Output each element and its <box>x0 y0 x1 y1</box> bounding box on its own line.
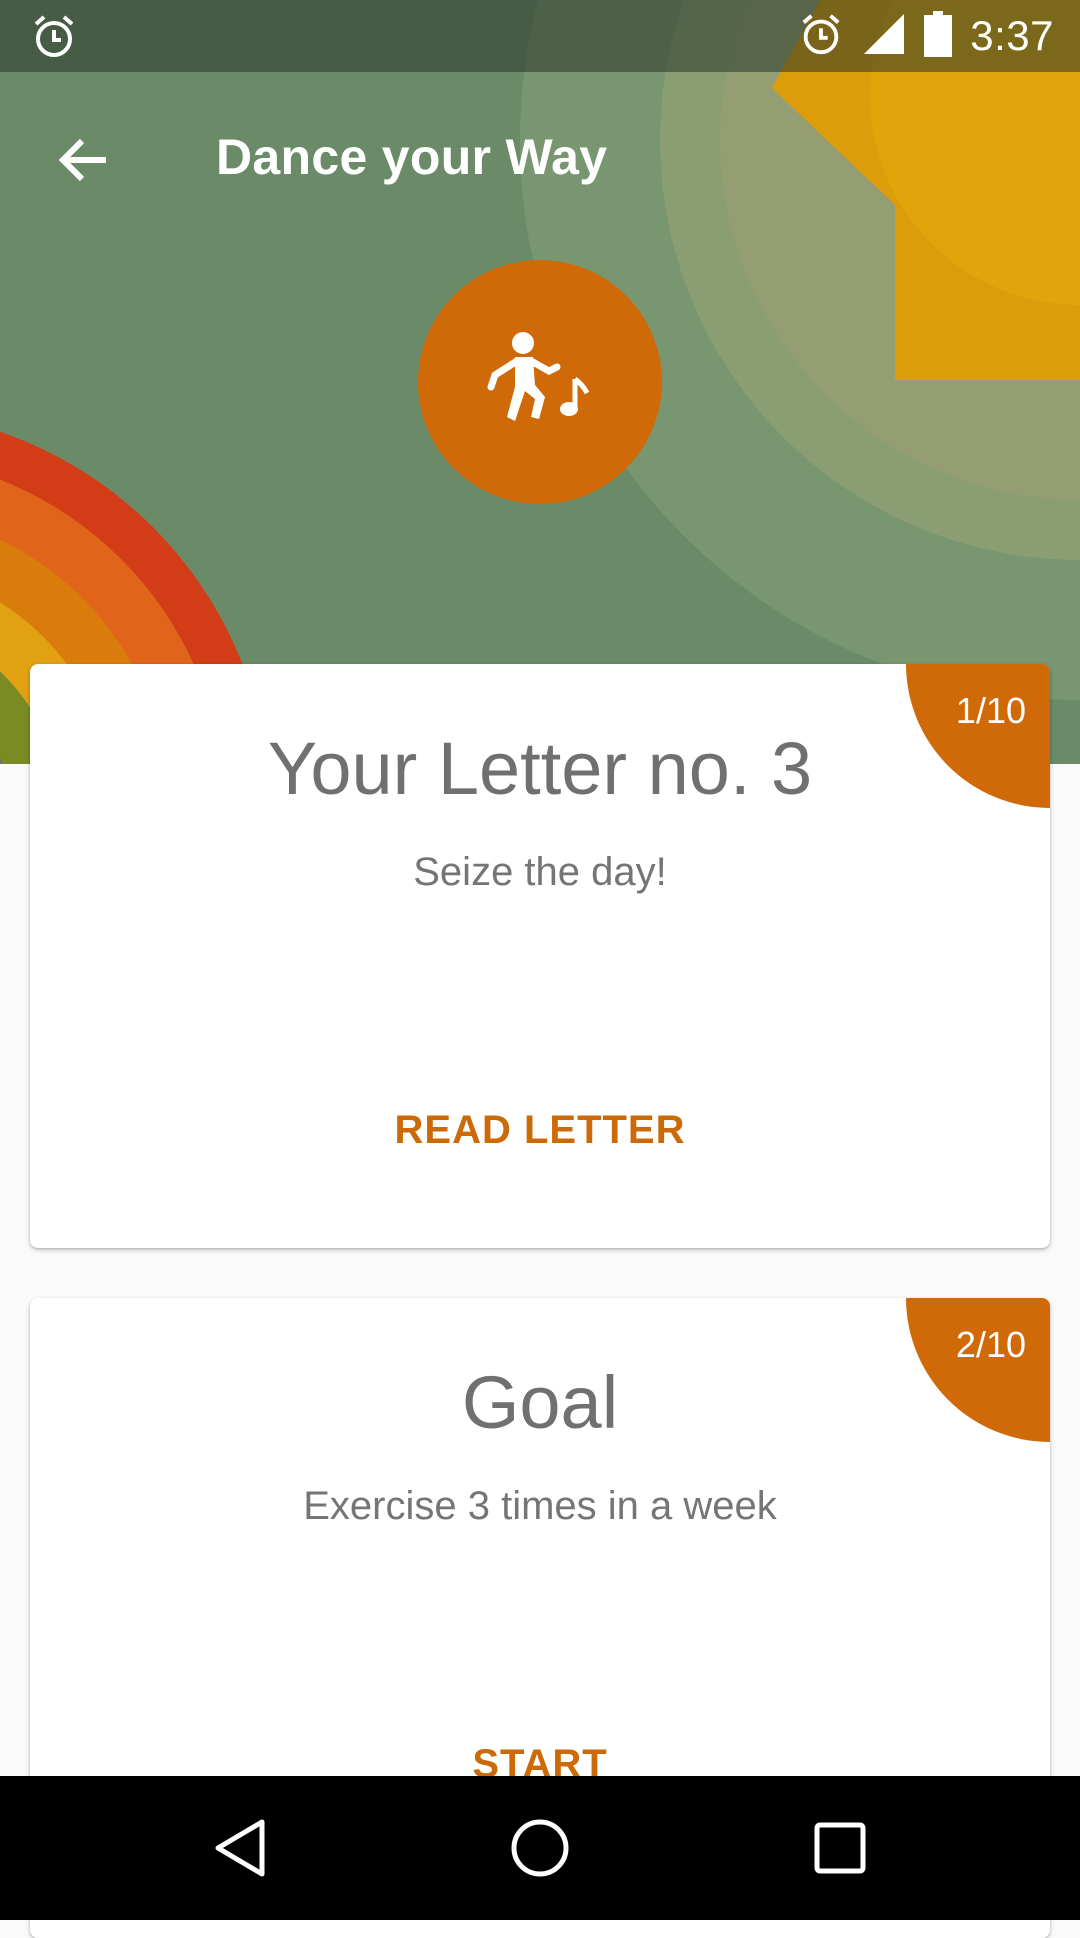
nav-recents-icon <box>814 1822 866 1874</box>
navigation-bar <box>0 1776 1080 1920</box>
card-subtitle: Exercise 3 times in a week <box>303 1484 777 1528</box>
nav-home-icon <box>511 1819 569 1877</box>
activity-badge <box>418 260 662 504</box>
back-button[interactable] <box>40 116 128 204</box>
status-time: 3:37 <box>970 12 1054 59</box>
alarm-clock-icon <box>30 12 78 65</box>
alarm-clock-icon <box>798 11 844 62</box>
nav-home-button[interactable] <box>496 1804 584 1892</box>
signal-icon <box>862 12 906 61</box>
nav-recents-button[interactable] <box>796 1804 884 1892</box>
nav-back-button[interactable] <box>196 1804 284 1892</box>
battery-icon <box>924 10 953 62</box>
nav-back-icon <box>215 1819 265 1877</box>
app-bar: Dance your Way <box>0 72 1080 248</box>
card-subtitle: Seize the day! <box>413 850 667 894</box>
arrow-back-icon <box>58 138 106 182</box>
card-title: Your Letter no. 3 <box>267 727 813 810</box>
status-bar: 3:37 <box>0 0 1080 72</box>
read-letter-button[interactable]: READ LETTER <box>30 1108 1050 1153</box>
card-title: Goal <box>461 1361 619 1444</box>
page-title: Dance your Way <box>216 129 608 185</box>
letter-card: 1/10 Your Letter no. 3 Seize the day! RE… <box>30 664 1050 1248</box>
dancer-music-icon <box>487 332 590 421</box>
